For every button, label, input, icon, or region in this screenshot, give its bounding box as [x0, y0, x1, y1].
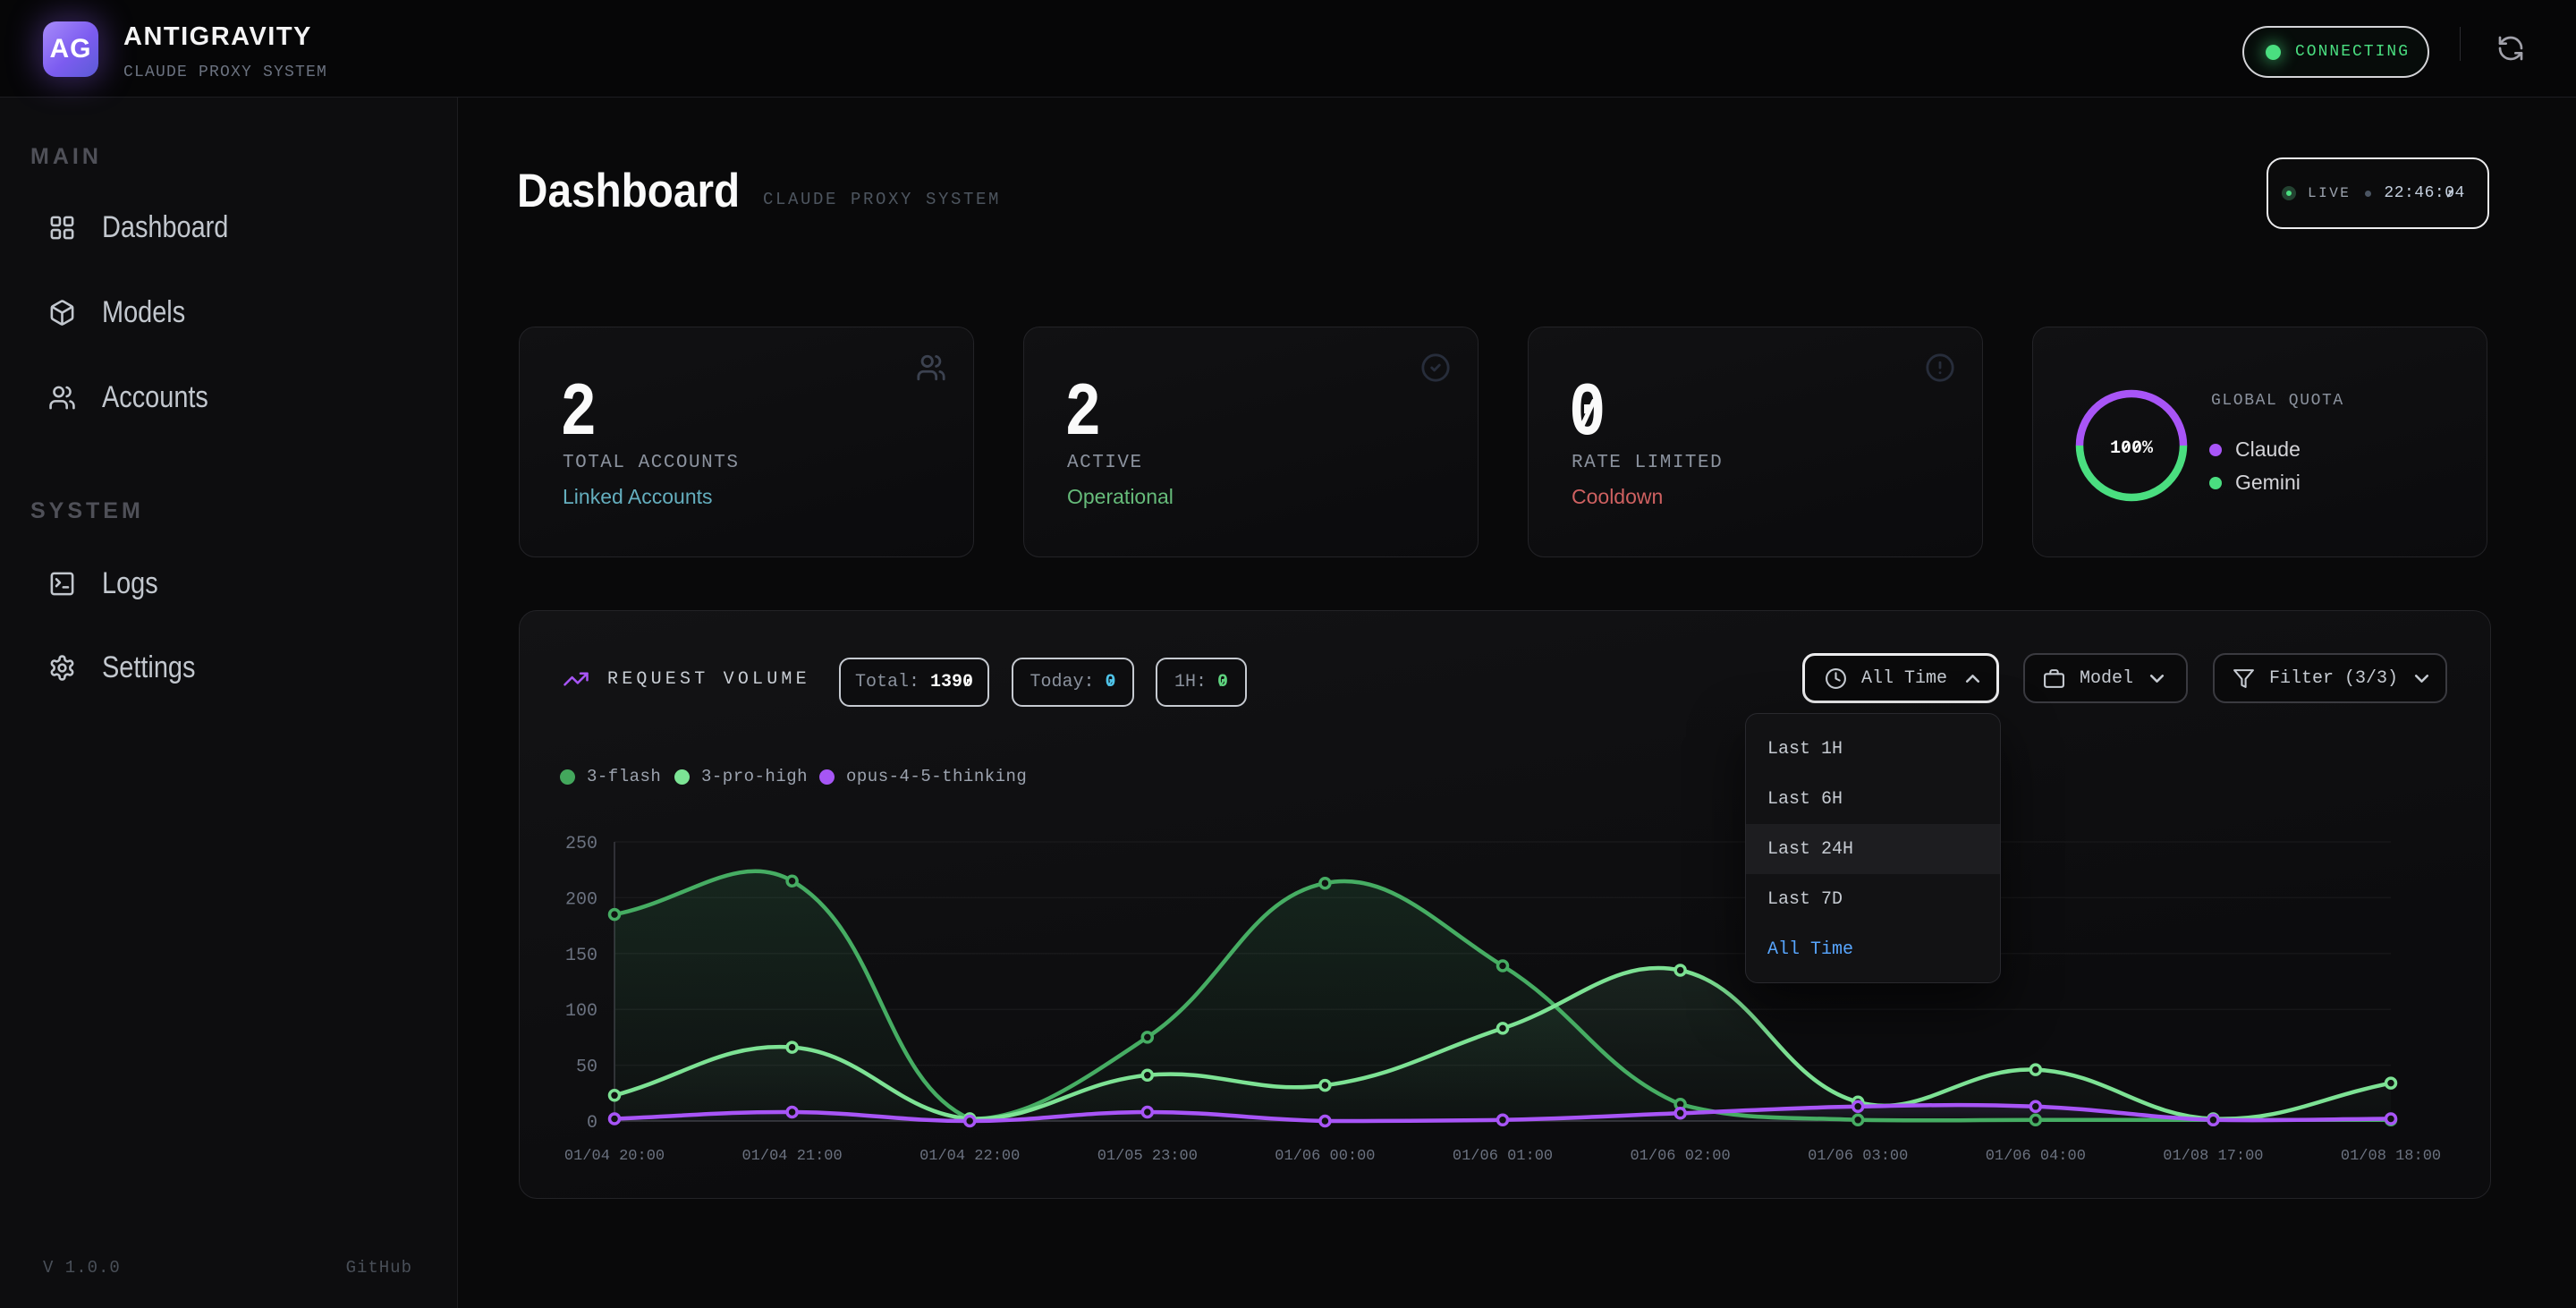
svg-text:01/06 01:00: 01/06 01:00 [1453, 1148, 1553, 1165]
svg-text:01/06 00:00: 01/06 00:00 [1275, 1148, 1375, 1165]
svg-text:150: 150 [565, 946, 597, 966]
svg-text:01/08 17:00: 01/08 17:00 [2163, 1148, 2263, 1165]
svg-text:100: 100 [565, 1001, 597, 1022]
svg-text:200: 200 [565, 889, 597, 910]
svg-text:0: 0 [587, 1113, 597, 1134]
svg-text:01/06 03:00: 01/06 03:00 [1808, 1148, 1908, 1165]
svg-text:01/08 18:00: 01/08 18:00 [2341, 1148, 2441, 1165]
svg-text:01/04 20:00: 01/04 20:00 [564, 1148, 665, 1165]
svg-text:01/06 02:00: 01/06 02:00 [1630, 1148, 1730, 1165]
svg-text:250: 250 [565, 834, 597, 854]
svg-text:100%: 100% [2110, 438, 2154, 459]
svg-text:50: 50 [576, 1057, 597, 1078]
svg-text:01/04 22:00: 01/04 22:00 [919, 1148, 1020, 1165]
svg-text:01/04 21:00: 01/04 21:00 [741, 1148, 842, 1165]
svg-text:01/06 04:00: 01/06 04:00 [1986, 1148, 2086, 1165]
svg-text:01/05 23:00: 01/05 23:00 [1097, 1148, 1198, 1165]
